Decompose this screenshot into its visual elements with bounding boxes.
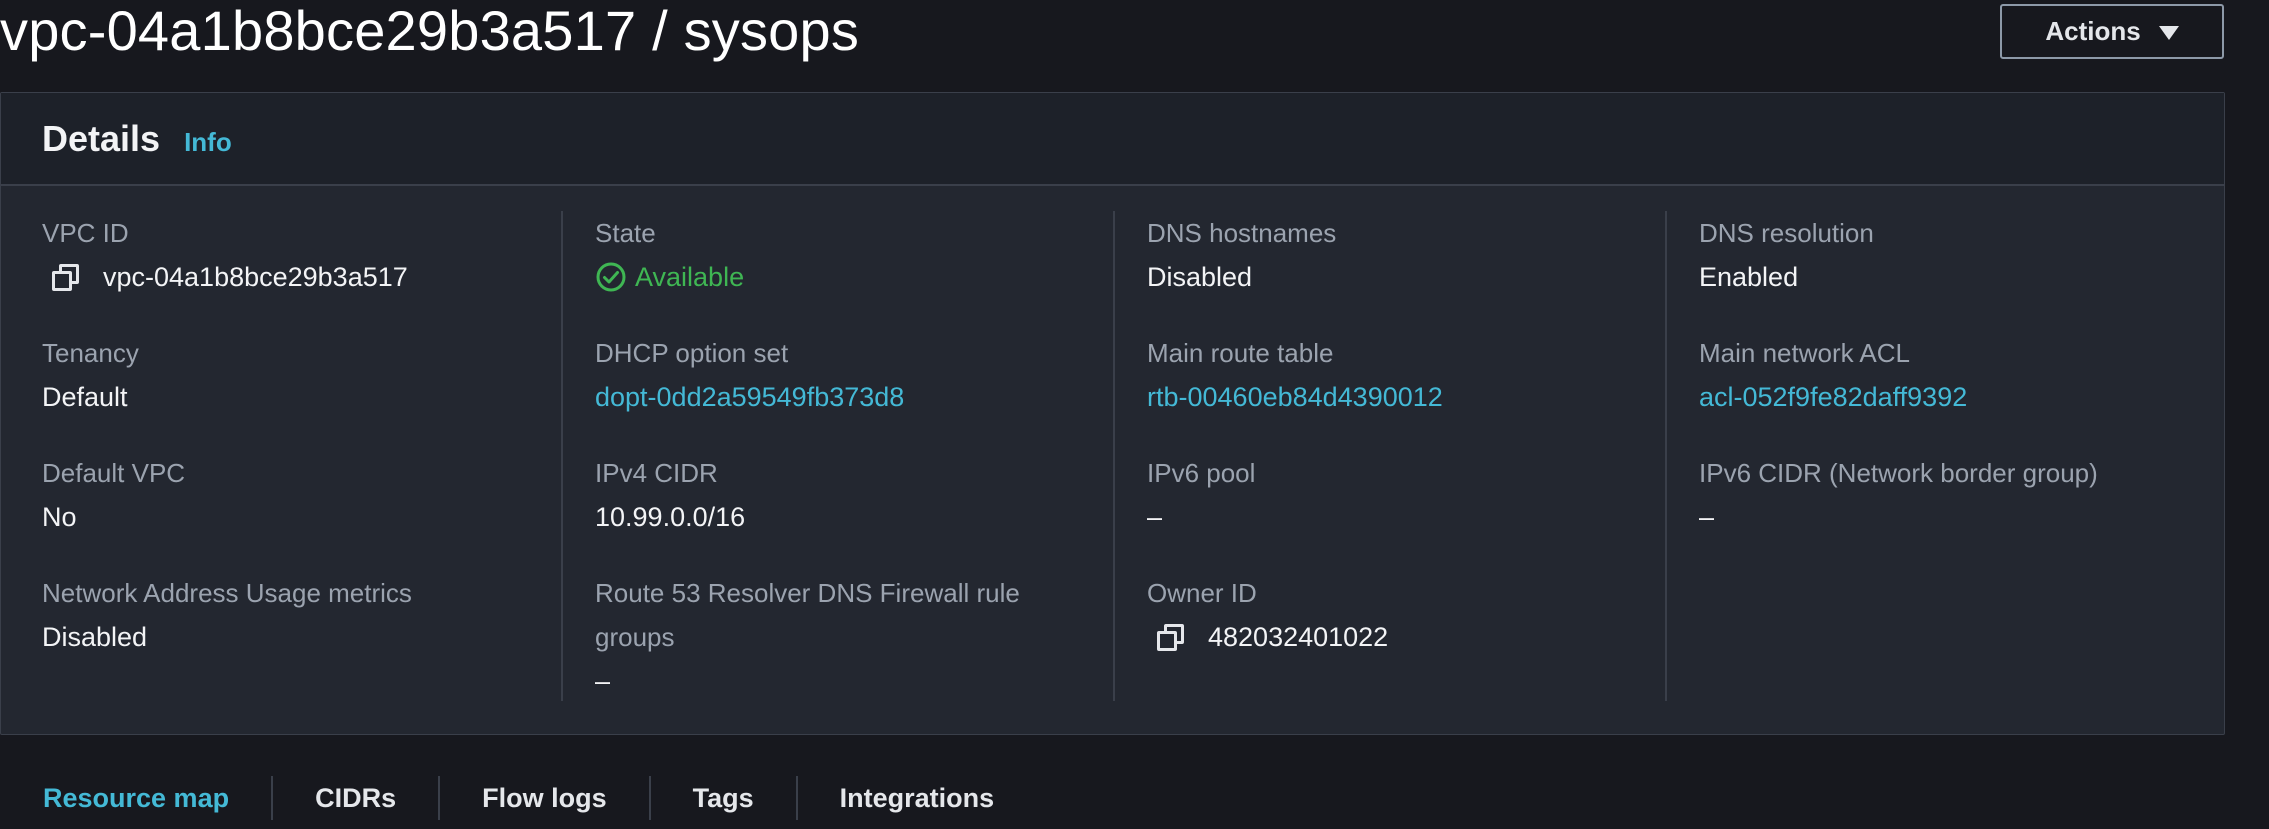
detail-tabs: Resource map CIDRs Flow logs Tags Integr… [0, 770, 1036, 826]
caret-down-icon [2158, 25, 2179, 40]
field-value: – [1147, 502, 1163, 532]
details-column-3: DNS hostnames Disabled Main route table … [1147, 211, 1699, 706]
field-label: IPv4 CIDR [595, 458, 718, 488]
field-value: – [595, 666, 611, 696]
actions-dropdown-button[interactable]: Actions [2000, 4, 2224, 59]
details-header: Details Info [1, 93, 2224, 186]
field-ipv6-cidr: IPv6 CIDR (Network border group) – [1699, 451, 2098, 539]
field-main-network-acl: Main network ACL acl-052f9fe82daff9392 [1699, 331, 1967, 419]
field-value: 482032401022 [1147, 615, 1388, 659]
field-dns-resolution: DNS resolution Enabled [1699, 211, 1874, 299]
field-default-vpc: Default VPC No [42, 451, 185, 539]
field-label: IPv6 CIDR (Network border group) [1699, 458, 2098, 488]
field-value: 10.99.0.0/16 [595, 502, 746, 532]
details-panel: Details Info VPC ID vpc-04a1b8bce29b3a51… [0, 92, 2225, 735]
copy-icon[interactable] [1156, 622, 1186, 652]
field-tenancy: Tenancy Default [42, 331, 139, 419]
vpc-details-page: vpc-04a1b8bce29b3a517 / sysops Actions D… [0, 0, 2269, 829]
main-network-acl-link[interactable]: acl-052f9fe82daff9392 [1699, 375, 1967, 419]
dhcp-option-set-link[interactable]: dopt-0dd2a59549fb373d8 [595, 375, 904, 419]
field-value: vpc-04a1b8bce29b3a517 [42, 255, 408, 299]
field-state: State Available [595, 211, 744, 299]
field-dns-hostnames: DNS hostnames Disabled [1147, 211, 1336, 299]
tab-resource-map[interactable]: Resource map [0, 776, 271, 820]
field-label: Main route table [1147, 338, 1334, 368]
details-title: Details [42, 117, 161, 159]
field-label: VPC ID [42, 218, 129, 248]
field-label: Main network ACL [1699, 338, 1910, 368]
field-value: Disabled [42, 622, 148, 652]
field-label: Network Address Usage metrics [42, 578, 412, 608]
page-title: vpc-04a1b8bce29b3a517 / sysops [0, 0, 860, 62]
tab-tags[interactable]: Tags [651, 776, 796, 820]
main-route-table-link[interactable]: rtb-00460eb84d4390012 [1147, 375, 1443, 419]
field-value: – [1699, 502, 1715, 532]
field-value: Enabled [1699, 262, 1799, 292]
vpc-id-value: vpc-04a1b8bce29b3a517 [103, 262, 408, 292]
details-column-1: VPC ID vpc-04a1b8bce29b3a517 Tenancy Def… [42, 211, 594, 706]
field-value: Default [42, 382, 128, 412]
state-value: Available [635, 262, 745, 292]
tab-integrations[interactable]: Integrations [798, 776, 1037, 820]
check-circle-icon [596, 262, 626, 292]
field-vpc-id: VPC ID vpc-04a1b8bce29b3a517 [42, 211, 408, 299]
details-column-2: State Available DHCP option set dopt-0dd… [595, 211, 1147, 706]
tab-flow-logs[interactable]: Flow logs [440, 776, 649, 820]
field-value: No [42, 502, 77, 532]
field-value: Disabled [1147, 262, 1253, 292]
owner-id-value: 482032401022 [1208, 622, 1389, 652]
field-label: State [595, 218, 656, 248]
field-label: DNS hostnames [1147, 218, 1337, 248]
field-label: Tenancy [42, 338, 139, 368]
field-owner-id: Owner ID 482032401022 [1147, 571, 1388, 659]
field-label: DHCP option set [595, 338, 789, 368]
tab-cidrs[interactable]: CIDRs [273, 776, 438, 820]
field-ipv6-pool: IPv6 pool – [1147, 451, 1255, 539]
field-main-route-table: Main route table rtb-00460eb84d4390012 [1147, 331, 1443, 419]
actions-label: Actions [2045, 16, 2141, 46]
copy-icon[interactable] [51, 262, 81, 292]
field-label: Owner ID [1147, 578, 1257, 608]
field-label: Route 53 Resolver DNS Firewall rule grou… [595, 578, 1020, 652]
details-columns: VPC ID vpc-04a1b8bce29b3a517 Tenancy Def… [1, 211, 2224, 706]
field-label: Default VPC [42, 458, 186, 488]
field-ipv4-cidr: IPv4 CIDR 10.99.0.0/16 [595, 451, 745, 539]
field-value: Available [595, 255, 744, 299]
details-column-4: DNS resolution Enabled Main network ACL … [1699, 211, 2251, 706]
field-label: IPv6 pool [1147, 458, 1256, 488]
field-dhcp-option-set: DHCP option set dopt-0dd2a59549fb373d8 [595, 331, 904, 419]
field-label: DNS resolution [1699, 218, 1874, 248]
info-link[interactable]: Info [184, 127, 232, 158]
field-route53-resolver: Route 53 Resolver DNS Firewall rule grou… [595, 571, 1095, 703]
field-network-address-usage: Network Address Usage metrics Disabled [42, 571, 412, 659]
